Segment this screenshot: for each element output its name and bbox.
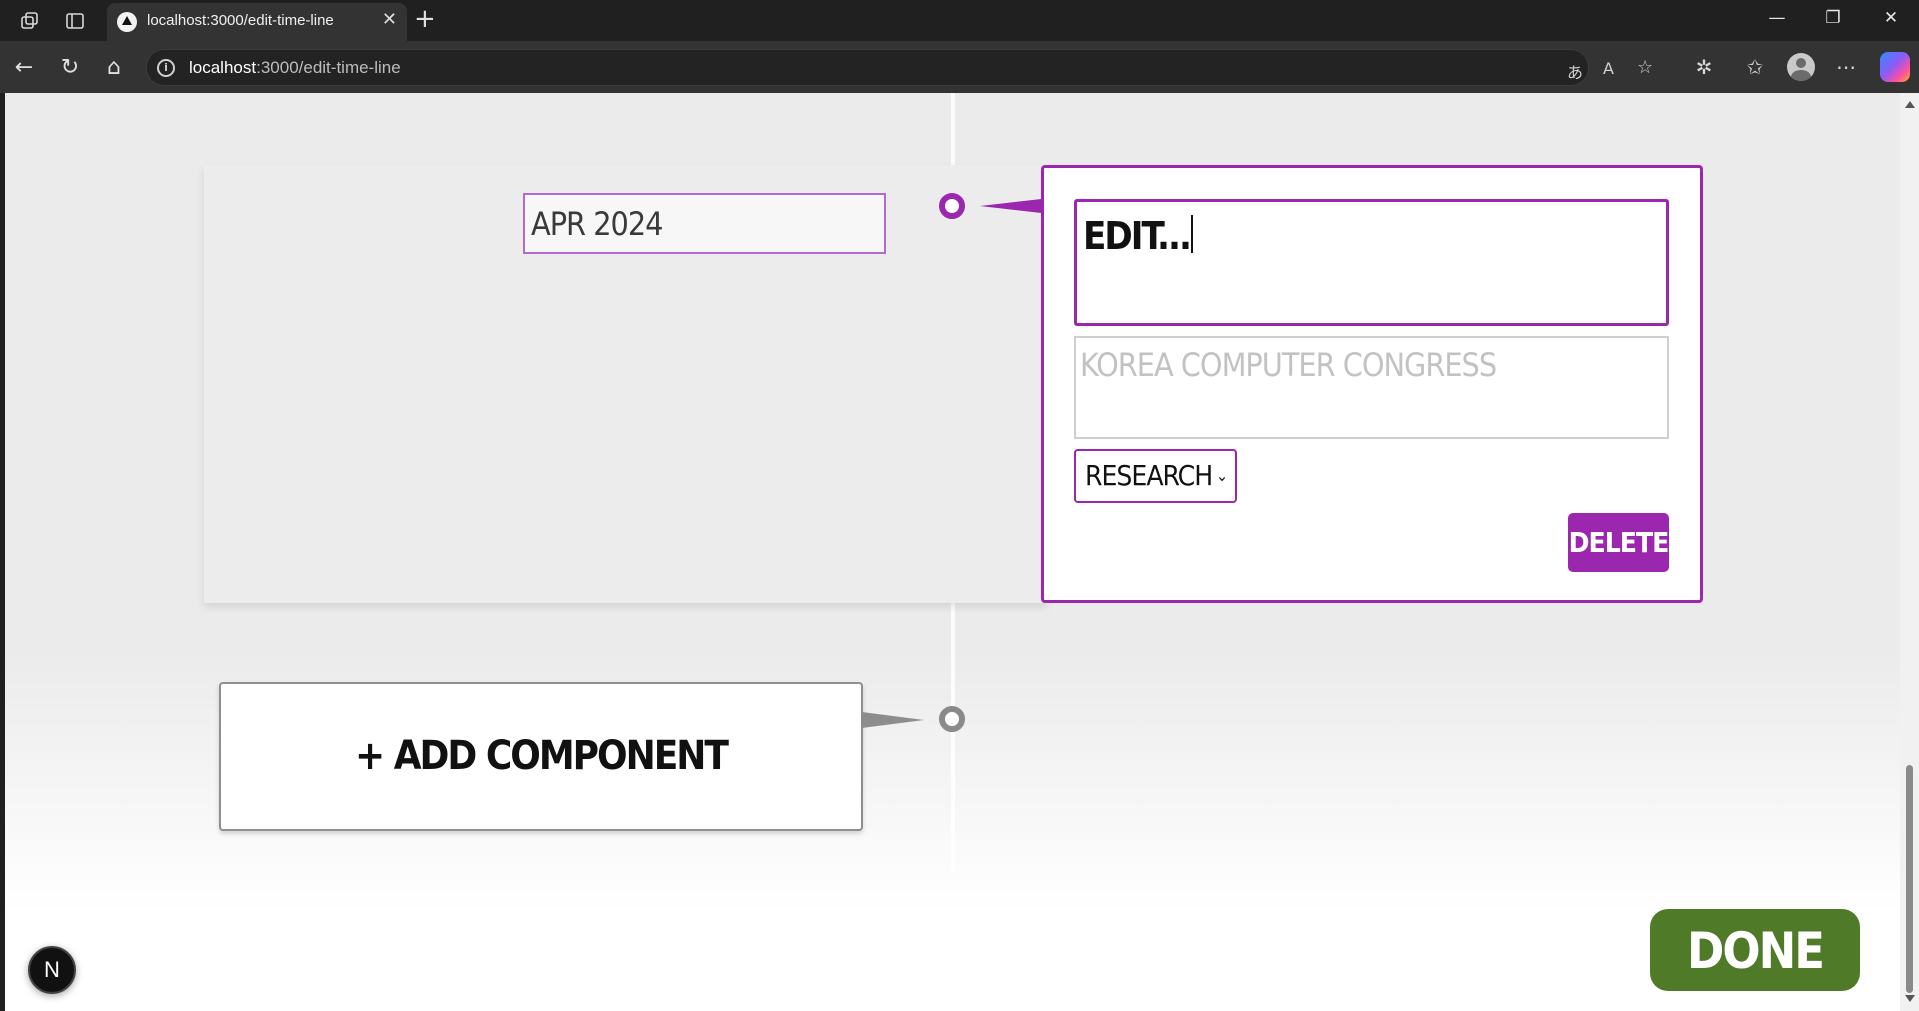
nextjs-favicon-icon: [117, 12, 137, 32]
url-text: localhost:3000/edit-time-line: [189, 58, 401, 78]
scrollbar-thumb[interactable]: [1906, 765, 1913, 993]
text-caret: [1190, 215, 1193, 253]
entry-pointer: [980, 198, 1050, 214]
restore-button[interactable]: ❐: [1818, 8, 1848, 34]
copilot-icon[interactable]: [1880, 52, 1910, 82]
description-input[interactable]: Korea Computer Congress: [1074, 336, 1669, 439]
url-rest: :3000/edit-time-line: [256, 58, 401, 77]
address-toolbar: ← ↻ ⌂ i localhost:3000/edit-time-line あ …: [0, 41, 1919, 93]
profile-icon[interactable]: [1787, 53, 1815, 81]
add-pointer: [862, 712, 924, 728]
page-scrollbar[interactable]: [1900, 93, 1919, 1011]
tab-actions-icon[interactable]: [62, 8, 88, 34]
close-window-button[interactable]: ✕: [1876, 8, 1906, 34]
page-viewport: Apr 2024 Edit... Korea Computer Congress…: [5, 93, 1900, 1011]
scroll-up-icon[interactable]: [1905, 101, 1915, 108]
timeline-marker-active: [939, 193, 965, 219]
back-icon[interactable]: ←: [10, 54, 38, 82]
done-button[interactable]: Done: [1650, 909, 1860, 991]
add-component-button[interactable]: + Add Component: [219, 682, 863, 831]
site-info-icon[interactable]: i: [157, 59, 175, 77]
translate-icon[interactable]: あ: [1567, 59, 1583, 83]
new-tab-button[interactable]: +: [414, 4, 436, 34]
nextjs-dev-badge[interactable]: N: [28, 946, 76, 994]
favorite-star-icon[interactable]: ☆: [1637, 57, 1653, 78]
more-icon[interactable]: ⋯: [1832, 53, 1860, 81]
close-tab-icon[interactable]: ✕: [382, 9, 397, 30]
active-tab[interactable]: localhost:3000/edit-time-line ✕: [107, 3, 407, 41]
workspaces-icon[interactable]: [17, 8, 43, 34]
minimize-button[interactable]: —: [1762, 8, 1792, 34]
date-input[interactable]: Apr 2024: [523, 193, 886, 254]
refresh-icon[interactable]: ↻: [56, 54, 84, 82]
url-host: localhost: [189, 58, 257, 77]
timeline-marker-new: [939, 706, 965, 732]
scroll-down-icon[interactable]: [1905, 995, 1915, 1002]
extensions-icon[interactable]: ✲: [1690, 53, 1718, 81]
category-select[interactable]: Research ⌄: [1074, 449, 1237, 503]
chevron-down-icon: ⌄: [1215, 466, 1228, 485]
title-input-value: Edit...: [1083, 214, 1192, 258]
favorites-icon[interactable]: ✩: [1741, 53, 1769, 81]
address-bar[interactable]: i localhost:3000/edit-time-line あ A ☆: [146, 49, 1653, 86]
delete-button[interactable]: Delete: [1568, 513, 1669, 572]
tab-bar: localhost:3000/edit-time-line ✕ + — ❐ ✕: [0, 0, 1919, 41]
read-aloud-icon[interactable]: A: [1603, 59, 1614, 78]
category-select-value: Research: [1085, 459, 1213, 492]
home-icon[interactable]: ⌂: [100, 54, 128, 82]
tab-title: localhost:3000/edit-time-line: [147, 12, 334, 29]
title-input[interactable]: Edit...: [1074, 199, 1669, 326]
